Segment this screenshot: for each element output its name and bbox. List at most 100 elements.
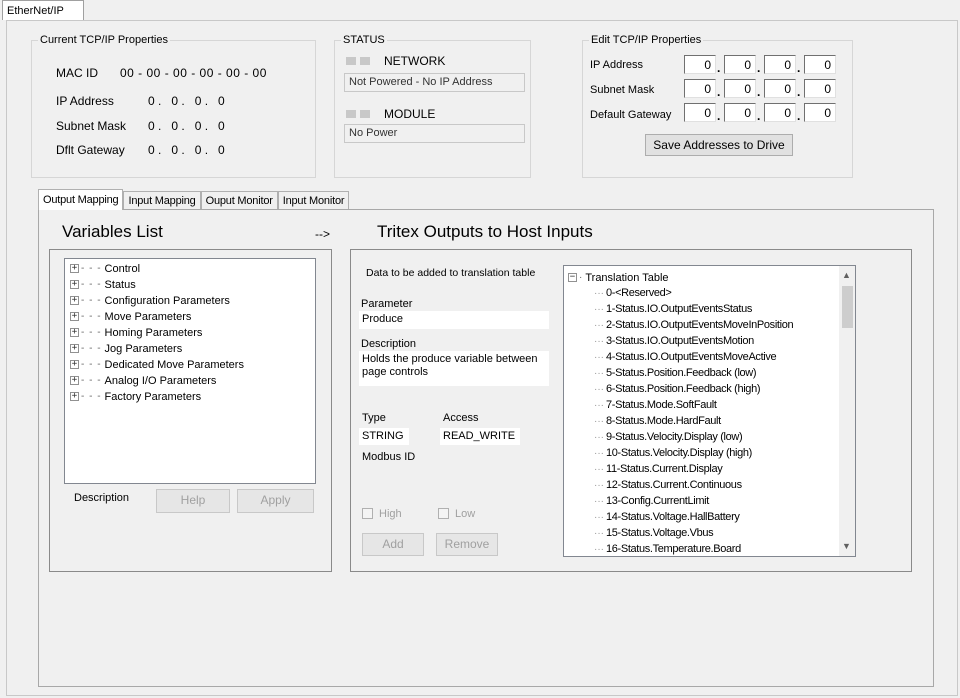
dot: .	[757, 61, 761, 75]
translation-item-label: 14-Status.Voltage.HallBattery	[606, 511, 740, 523]
expand-icon[interactable]: +	[70, 312, 79, 321]
parameter-value: Produce	[359, 311, 549, 329]
tab-input-monitor[interactable]: Input Monitor	[277, 191, 350, 210]
translation-item[interactable]: ··· 15-Status.Voltage.Vbus	[594, 525, 714, 541]
network-label: NETWORK	[384, 54, 446, 68]
arrow-label: -->	[315, 227, 330, 241]
dot: .	[757, 109, 761, 123]
variables-description-label: Description	[74, 492, 130, 504]
edit-gateway-octet-3[interactable]: 0	[764, 103, 796, 122]
edit-ip-octet-3[interactable]: 0	[764, 55, 796, 74]
edit-subnet-octet-4[interactable]: 0	[804, 79, 836, 98]
variables-list-title: Variables List	[62, 222, 163, 241]
tree-item-label: Move Parameters	[104, 310, 192, 323]
translation-item[interactable]: ··· 4-Status.IO.OutputEventsMoveActive	[594, 349, 777, 365]
tree-item-move[interactable]: + - - - Move Parameters	[70, 309, 191, 324]
scroll-up-icon[interactable]: ▲	[842, 270, 851, 280]
tree-item-dedicated-move[interactable]: + - - - Dedicated Move Parameters	[70, 357, 244, 372]
tree-item-status[interactable]: + - - - Status	[70, 277, 136, 292]
edit-gateway-octet-1[interactable]: 0	[684, 103, 716, 122]
tab-output-mapping[interactable]: Output Mapping	[38, 189, 124, 210]
tree-item-jog[interactable]: + - - - Jog Parameters	[70, 341, 182, 356]
translation-item-label: 7-Status.Mode.SoftFault	[606, 399, 717, 411]
tab-ethernet-ip[interactable]: EtherNet/IP	[2, 0, 84, 20]
translation-item-label: 6-Status.Position.Feedback (high)	[606, 383, 761, 395]
expand-icon[interactable]: +	[70, 392, 79, 401]
edit-subnet-label: Subnet Mask	[590, 84, 655, 96]
expand-icon[interactable]: +	[70, 360, 79, 369]
translation-item-label: 4-Status.IO.OutputEventsMoveActive	[606, 351, 777, 363]
apply-button[interactable]: Apply	[237, 489, 314, 513]
expand-icon[interactable]: +	[70, 376, 79, 385]
translation-item[interactable]: ··· 10-Status.Velocity.Display (high)	[594, 445, 752, 461]
tree-item-factory[interactable]: + - - - Factory Parameters	[70, 389, 201, 404]
expand-icon[interactable]: +	[70, 280, 79, 289]
tree-item-label: Dedicated Move Parameters	[104, 358, 244, 371]
data-header-label: Data to be added to translation table	[366, 267, 536, 279]
scroll-thumb[interactable]	[842, 286, 853, 328]
translation-table-tree[interactable]: − · Translation Table ··· 0-<Reserved> ··· 1…	[563, 265, 856, 557]
translation-item-label: 15-Status.Voltage.Vbus	[606, 527, 714, 539]
collapse-icon[interactable]: −	[568, 273, 577, 282]
translation-item[interactable]: ··· 13-Config.CurrentLimit	[594, 493, 709, 509]
edit-subnet-octet-3[interactable]: 0	[764, 79, 796, 98]
tree-item-configuration[interactable]: + - - - Configuration Parameters	[70, 293, 230, 308]
translation-item[interactable]: ··· 11-Status.Current.Display	[594, 461, 723, 477]
edit-gateway-label: Default Gateway	[590, 109, 672, 121]
edit-gateway-octet-4[interactable]: 0	[804, 103, 836, 122]
translation-item-label: 11-Status.Current.Display	[606, 463, 723, 475]
help-button[interactable]: Help	[156, 489, 230, 513]
description-value: Holds the produce variable between page …	[359, 351, 549, 386]
translation-item[interactable]: ··· 7-Status.Mode.SoftFault	[594, 397, 717, 413]
tree-item-label: Factory Parameters	[104, 390, 202, 403]
edit-subnet-octet-2[interactable]: 0	[724, 79, 756, 98]
translation-item-label: 1-Status.IO.OutputEventsStatus	[606, 303, 753, 315]
tab-input-mapping[interactable]: Input Mapping	[123, 191, 201, 210]
add-button[interactable]: Add	[362, 533, 424, 556]
expand-icon[interactable]: +	[70, 264, 79, 273]
translation-scrollbar[interactable]: ▲ ▼	[839, 266, 855, 556]
translation-item[interactable]: ··· 0-<Reserved>	[594, 285, 672, 301]
access-label: Access	[443, 412, 479, 424]
translation-item[interactable]: ··· 12-Status.Current.Continuous	[594, 477, 742, 493]
tree-item-label: Control	[104, 262, 141, 275]
translation-item[interactable]: ··· 3-Status.IO.OutputEventsMotion	[594, 333, 754, 349]
edit-subnet-octet-1[interactable]: 0	[684, 79, 716, 98]
tree-item-control[interactable]: + - - - Control	[70, 261, 140, 276]
module-led-2	[360, 110, 370, 118]
translation-item[interactable]: ··· 9-Status.Velocity.Display (low)	[594, 429, 743, 445]
module-label: MODULE	[384, 107, 436, 121]
translation-item-label: 13-Config.CurrentLimit	[606, 495, 709, 507]
translation-item-label: 3-Status.IO.OutputEventsMotion	[606, 335, 754, 347]
edit-gateway-octet-2[interactable]: 0	[724, 103, 756, 122]
tab-output-monitor[interactable]: Ouput Monitor	[200, 191, 278, 210]
translation-item-label: 9-Status.Velocity.Display (low)	[606, 431, 743, 443]
translation-item[interactable]: ··· 1-Status.IO.OutputEventsStatus	[594, 301, 752, 317]
translation-item[interactable]: ··· 5-Status.Position.Feedback (low)	[594, 365, 757, 381]
expand-icon[interactable]: +	[70, 296, 79, 305]
translation-item[interactable]: ··· 8-Status.Mode.HardFault	[594, 413, 721, 429]
low-checkbox[interactable]	[438, 508, 449, 519]
translation-item[interactable]: ··· 2-Status.IO.OutputEventsMoveInPositio…	[594, 317, 794, 333]
translation-item[interactable]: ··· 14-Status.Voltage.HallBattery	[594, 509, 740, 525]
translation-root[interactable]: − · Translation Table	[568, 270, 669, 285]
expand-icon[interactable]: +	[70, 344, 79, 353]
translation-item-label: 12-Status.Current.Continuous	[606, 479, 742, 491]
high-checkbox[interactable]	[362, 508, 373, 519]
edit-ip-octet-4[interactable]: 0	[804, 55, 836, 74]
parameter-label: Parameter	[361, 298, 413, 310]
tree-item-homing[interactable]: + - - - Homing Parameters	[70, 325, 202, 340]
translation-item[interactable]: ··· 6-Status.Position.Feedback (high)	[594, 381, 761, 397]
edit-ip-octet-1[interactable]: 0	[684, 55, 716, 74]
variables-tree[interactable]: + - - - Control + - - - Status + - - - Configu…	[64, 258, 316, 484]
tree-item-analog-io[interactable]: + - - - Analog I/O Parameters	[70, 373, 216, 388]
translation-item[interactable]: ··· 16-Status.Temperature.Board	[594, 541, 741, 556]
scroll-down-icon[interactable]: ▼	[842, 541, 851, 551]
expand-icon[interactable]: +	[70, 328, 79, 337]
edit-tcpip-legend: Edit TCP/IP Properties	[591, 34, 702, 46]
tree-item-label: Configuration Parameters	[104, 294, 230, 307]
save-addresses-button[interactable]: Save Addresses to Drive	[645, 134, 793, 156]
edit-ip-octet-2[interactable]: 0	[724, 55, 756, 74]
edit-ip-label: IP Address	[590, 59, 643, 71]
remove-button[interactable]: Remove	[436, 533, 498, 556]
